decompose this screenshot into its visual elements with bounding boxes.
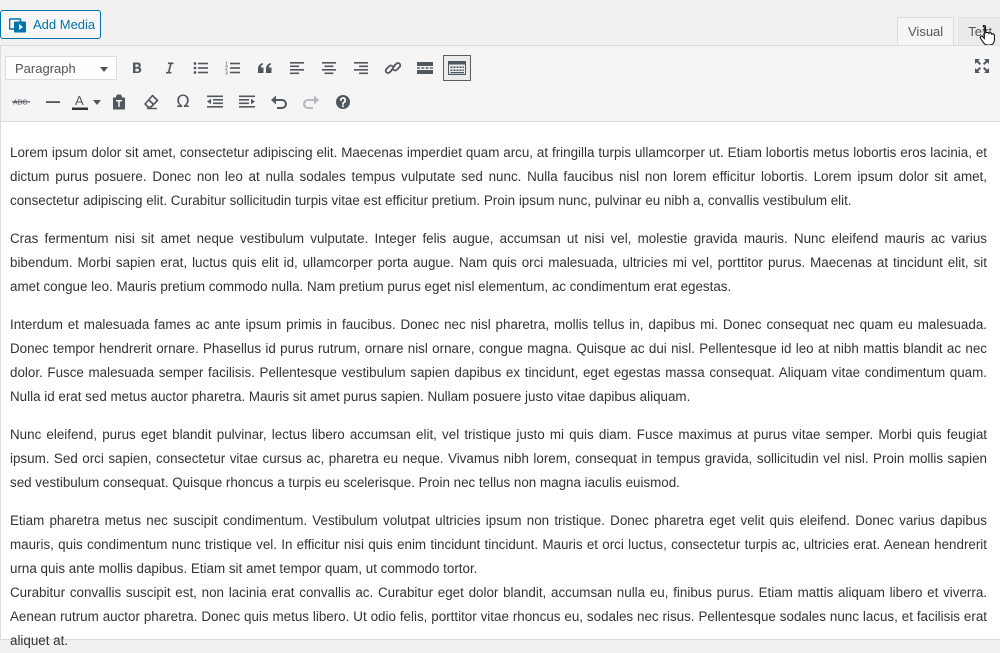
tab-visual[interactable]: Visual bbox=[897, 17, 955, 45]
format-select-value: Paragraph bbox=[15, 61, 76, 76]
outdent-icon bbox=[207, 95, 223, 108]
numbered-list-button[interactable]: 123 bbox=[217, 54, 249, 82]
paragraph: Curabitur convallis suscipit est, non la… bbox=[10, 585, 987, 648]
text-color-swatch bbox=[72, 107, 88, 110]
strikethrough-icon: ABC bbox=[12, 100, 30, 107]
read-more-button[interactable] bbox=[409, 54, 441, 82]
chevron-down-icon bbox=[100, 67, 108, 72]
text-color-dropdown[interactable] bbox=[91, 88, 103, 116]
paragraph: Cras fermentum nisi sit amet neque vesti… bbox=[10, 231, 987, 294]
editor-content[interactable]: Lorem ipsum dolor sit amet, consectetur … bbox=[10, 141, 987, 653]
paragraph: Interdum et malesuada fames ac ante ipsu… bbox=[10, 317, 987, 404]
clear-formatting-icon bbox=[144, 94, 159, 110]
toolbar-toggle-icon bbox=[448, 61, 466, 75]
chevron-down-icon bbox=[93, 99, 101, 105]
redo-button[interactable] bbox=[295, 88, 327, 116]
undo-icon bbox=[271, 95, 287, 109]
strikethrough-button[interactable]: ABC bbox=[5, 88, 37, 116]
help-icon bbox=[336, 95, 350, 109]
bullet-list-icon bbox=[193, 62, 208, 74]
special-character-icon: Ω bbox=[176, 92, 190, 112]
horizontal-line-icon bbox=[46, 101, 60, 103]
bold-button[interactable] bbox=[121, 54, 153, 82]
toolbar-toggle-button[interactable] bbox=[443, 55, 471, 81]
add-media-button[interactable]: Add Media bbox=[0, 10, 101, 39]
bullet-list-button[interactable] bbox=[185, 54, 217, 82]
align-center-icon bbox=[322, 62, 336, 75]
outdent-button[interactable] bbox=[199, 88, 231, 116]
align-right-icon bbox=[354, 62, 368, 75]
format-select[interactable]: Paragraph bbox=[5, 56, 117, 80]
numbered-list-icon: 123 bbox=[225, 62, 240, 76]
editor: Paragraph 123 ABC A Ω Lorem ipsum dolor … bbox=[0, 45, 1000, 648]
redo-icon bbox=[303, 95, 319, 109]
align-left-button[interactable] bbox=[281, 54, 313, 82]
paragraph: Lorem ipsum dolor sit amet, consectetur … bbox=[10, 145, 987, 208]
strikethrough-label: ABC bbox=[13, 100, 27, 107]
blockquote-button[interactable] bbox=[249, 54, 281, 82]
paste-text-button[interactable] bbox=[103, 88, 135, 116]
paragraph: Nunc eleifend, purus eget blandit pulvin… bbox=[10, 427, 987, 490]
horizontal-line-button[interactable] bbox=[37, 88, 69, 116]
read-more-icon bbox=[417, 62, 433, 74]
italic-icon bbox=[166, 62, 174, 74]
link-button[interactable] bbox=[377, 54, 409, 82]
help-button[interactable] bbox=[327, 88, 359, 116]
text-color-label: A bbox=[75, 93, 84, 108]
svg-text:3: 3 bbox=[225, 71, 228, 76]
editor-toolbar: Paragraph 123 ABC A Ω bbox=[1, 46, 1000, 122]
fullscreen-icon bbox=[975, 59, 989, 73]
italic-button[interactable] bbox=[153, 54, 185, 82]
special-character-button[interactable]: Ω bbox=[167, 88, 199, 116]
undo-button[interactable] bbox=[263, 88, 295, 116]
fullscreen-button[interactable] bbox=[972, 56, 992, 76]
align-center-button[interactable] bbox=[313, 54, 345, 82]
text-color-icon: A bbox=[72, 93, 88, 110]
link-icon bbox=[384, 62, 402, 74]
toolbar-row-2: ABC A Ω bbox=[5, 88, 359, 116]
media-icon bbox=[9, 17, 27, 33]
toolbar-row-1: Paragraph 123 bbox=[5, 54, 471, 82]
paste-text-icon bbox=[113, 94, 125, 110]
align-left-icon bbox=[290, 62, 304, 75]
align-right-button[interactable] bbox=[345, 54, 377, 82]
bold-icon bbox=[133, 62, 142, 73]
paragraph: Etiam pharetra metus nec suscipit condim… bbox=[10, 513, 987, 576]
blockquote-icon bbox=[258, 63, 272, 73]
indent-button[interactable] bbox=[231, 88, 263, 116]
add-media-label: Add Media bbox=[33, 17, 96, 32]
clear-formatting-button[interactable] bbox=[135, 88, 167, 116]
text-color-button[interactable]: A bbox=[69, 88, 91, 116]
indent-icon bbox=[239, 95, 255, 108]
